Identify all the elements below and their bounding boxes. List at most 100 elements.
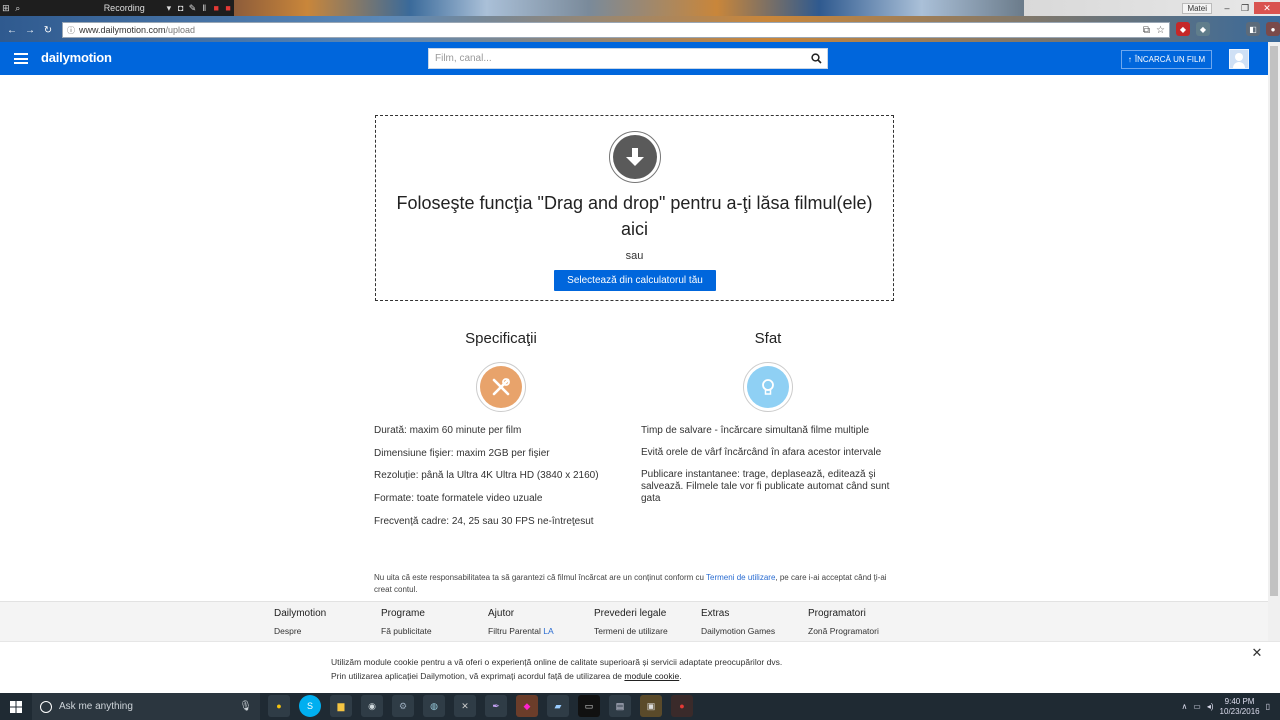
hamburger-menu-icon[interactable] <box>14 53 28 64</box>
system-tray: ∧ ▭ ◂) 9:40 PM 10/23/2016 ▯ <box>1181 693 1280 720</box>
footer-link[interactable]: Dailymotion Games <box>701 626 775 636</box>
notifications-icon[interactable]: ▯ <box>1266 702 1270 711</box>
cortana-search-box[interactable]: Ask me anything 🎙 <box>32 693 260 720</box>
browser-nav-buttons: ← → ↻ <box>4 22 58 38</box>
download-arrow-icon <box>609 131 661 183</box>
cookie-line-2: Prin utilizarea aplicației Dailymotion, … <box>331 669 931 683</box>
spec-item: Durată: maxim 60 minute per film <box>374 425 522 436</box>
game-app-icon[interactable]: ◆ <box>516 695 538 717</box>
chrome-icon[interactable]: ● <box>268 695 290 717</box>
browser-user-badge[interactable]: Matei <box>1182 2 1212 14</box>
site-footer: Dailymotion Despre Programe Fă publicita… <box>0 601 1268 641</box>
terms-of-use-link[interactable]: Termeni de utilizare <box>706 573 775 582</box>
close-window-icon[interactable]: ✕ <box>1254 2 1280 14</box>
dropdown-icon[interactable]: ▾ <box>163 1 175 15</box>
magnifier-icon[interactable]: ⌕ <box>12 1 24 15</box>
close-cookie-banner-icon[interactable]: ✕ <box>1250 645 1264 660</box>
tips-title: Sfat <box>754 330 782 347</box>
user-avatar[interactable] <box>1229 49 1249 69</box>
site-info-icon[interactable]: ⓘ <box>63 25 79 36</box>
site-header: dailymotion ↑ ÎNCARCĂ UN FILM <box>0 42 1268 75</box>
recorder-toolbar: ⊞ ⌕ Recording ▾ ◘ ✎ ‖ ■ ■ <box>0 0 234 16</box>
recorder-app-icon[interactable]: ● <box>671 695 693 717</box>
cookie-line-2-end: . <box>679 671 682 681</box>
footer-heading: Programatori <box>808 608 866 619</box>
reload-icon[interactable]: ↻ <box>40 22 56 38</box>
taskbar-clock[interactable]: 9:40 PM 10/23/2016 <box>1220 697 1260 717</box>
footer-column-programs: Programe Fă publicitate <box>381 608 432 636</box>
url-path: /upload <box>165 25 196 35</box>
globe-app-icon[interactable]: ◍ <box>423 695 445 717</box>
translate-icon[interactable]: ⧉ <box>1143 25 1150 36</box>
clock-time: 9:40 PM <box>1224 696 1255 706</box>
window-controls: Matei – ❐ ✕ <box>1182 0 1280 16</box>
address-bar[interactable]: ⓘ www.dailymotion.com/upload ⧉ ☆ <box>62 22 1170 38</box>
tip-item: Publicare instantanee: trage, deplasează… <box>641 469 890 504</box>
page-scrollbar[interactable] <box>1268 42 1280 693</box>
upload-arrow-icon: ↑ <box>1127 55 1132 64</box>
xbox-app-icon[interactable]: ✕ <box>454 695 476 717</box>
tray-overflow-icon[interactable]: ∧ <box>1181 702 1187 711</box>
forward-icon[interactable]: → <box>22 22 38 38</box>
minimize-icon[interactable]: – <box>1218 2 1236 14</box>
search-icon[interactable] <box>805 49 827 68</box>
taskbar-pinned-apps: ● S ▆ ◉ ⚙ ◍ ✕ ✒ ◆ ▰ ▭ ▤ ▣ ● <box>268 695 693 717</box>
pen-icon[interactable]: ✎ <box>187 1 199 15</box>
parental-filter-status: LA <box>543 626 554 636</box>
specs-title: Specificaţii <box>465 330 537 347</box>
stop-icon[interactable]: ■ <box>210 1 222 15</box>
scrollbar-thumb[interactable] <box>1270 46 1278 596</box>
recording-label: Recording <box>103 3 145 13</box>
windows-icon[interactable]: ⊞ <box>0 1 12 15</box>
maximize-icon[interactable]: ❐ <box>1236 2 1254 14</box>
upload-disclaimer: Nu uita că este responsabilitatea ta să … <box>374 572 894 596</box>
footer-link-parental-filter[interactable]: Filtru Parental LA <box>488 626 554 636</box>
media-app-icon[interactable]: ▣ <box>640 695 662 717</box>
microphone-icon[interactable]: 🎙 <box>239 701 252 712</box>
terminal-icon[interactable]: ▭ <box>578 695 600 717</box>
extension-gray-icon[interactable]: ◆ <box>1196 22 1210 36</box>
address-url[interactable]: www.dailymotion.com/upload <box>79 25 195 35</box>
steam-icon[interactable]: ◉ <box>361 695 383 717</box>
footer-column-legal: Prevederi legale Termeni de utilizare <box>594 608 668 636</box>
footer-link[interactable]: Fă publicitate <box>381 626 432 636</box>
footer-link[interactable]: Termeni de utilizare <box>594 626 668 636</box>
cookie-text: Utilizăm module cookie pentru a vă oferi… <box>331 655 931 683</box>
upload-dropzone[interactable]: Foloseşte funcţia "Drag and drop" pentru… <box>375 115 894 301</box>
cortana-ring-icon <box>40 700 52 713</box>
footer-link[interactable]: Zonă Programatori <box>808 626 879 636</box>
spec-item: Rezoluție: până la Ultra 4K Ultra HD (38… <box>374 470 599 482</box>
cookie-policy-link[interactable]: module cookie <box>624 671 679 681</box>
volume-icon[interactable]: ◂) <box>1207 702 1214 711</box>
network-icon[interactable]: ▭ <box>1193 702 1201 711</box>
skype-icon[interactable]: S <box>299 695 321 717</box>
windows-taskbar: Ask me anything 🎙 ● S ▆ ◉ ⚙ ◍ ✕ ✒ ◆ ▰ ▭ … <box>0 693 1280 720</box>
upload-video-button[interactable]: ↑ ÎNCARCĂ UN FILM <box>1121 50 1212 69</box>
bookmark-star-icon[interactable]: ☆ <box>1156 25 1165 36</box>
dailymotion-logo[interactable]: dailymotion <box>41 50 112 65</box>
footer-link[interactable]: Despre <box>274 626 326 636</box>
extension-puzzle-icon[interactable]: ◧ <box>1246 22 1260 36</box>
record-icon[interactable]: ■ <box>222 1 234 15</box>
pause-icon[interactable]: ‖ <box>198 1 210 15</box>
tip-item: Evită orele de vârf încărcând în afara a… <box>641 447 882 458</box>
extension-s-icon[interactable]: ● <box>1266 22 1280 36</box>
footer-column-help: Ajutor Filtru Parental LA <box>488 608 554 636</box>
specs-list: Durată: maxim 60 minute per film Dimensi… <box>374 425 624 538</box>
extension-abp-icon[interactable]: ◆ <box>1176 22 1190 36</box>
spec-item: Formate: toate formatele video uzuale <box>374 493 543 505</box>
file-explorer-icon[interactable]: ▆ <box>330 695 352 717</box>
tablet-app-icon[interactable]: ▰ <box>547 695 569 717</box>
footer-column-extras: Extras Dailymotion Games <box>701 608 775 636</box>
cookie-line-1: Utilizăm module cookie pentru a vă oferi… <box>331 657 783 667</box>
search-input[interactable] <box>429 53 805 64</box>
computer-icon[interactable]: ▤ <box>609 695 631 717</box>
feather-app-icon[interactable]: ✒ <box>485 695 507 717</box>
back-icon[interactable]: ← <box>4 22 20 38</box>
extensions-bar: ◆ ◆ ◧ ● ⋮ <box>1176 22 1280 36</box>
footer-heading: Ajutor <box>488 608 515 619</box>
network-app-icon[interactable]: ⚙ <box>392 695 414 717</box>
windows-start-icon[interactable] <box>0 693 32 720</box>
select-from-computer-button[interactable]: Selectează din calculatorul tău <box>554 270 716 291</box>
camera-icon[interactable]: ◘ <box>175 1 187 15</box>
